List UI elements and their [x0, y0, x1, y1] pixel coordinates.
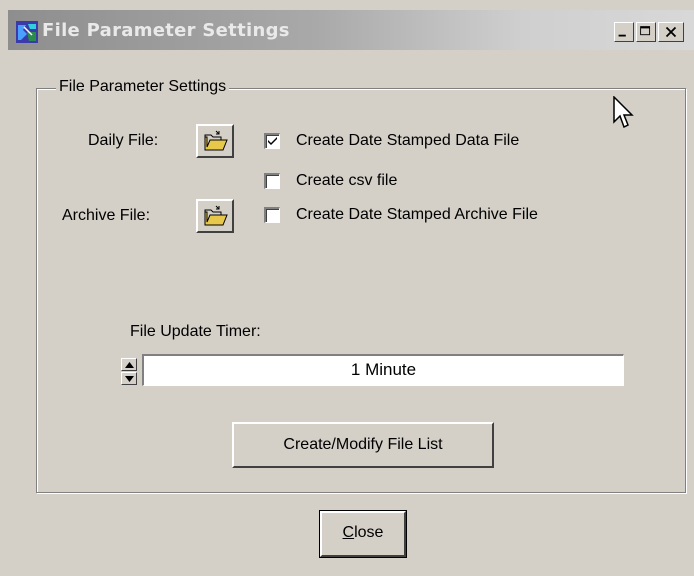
app-icon — [16, 21, 38, 43]
create-date-stamped-data-file-checkbox[interactable] — [264, 133, 280, 149]
checkmark-icon — [268, 137, 277, 145]
group-legend: File Parameter Settings — [56, 78, 230, 96]
close-icon — [665, 26, 677, 38]
title-bar[interactable]: File Parameter Settings — [8, 10, 694, 50]
open-folder-icon — [204, 205, 228, 226]
close-window-button[interactable] — [658, 22, 684, 42]
create-date-stamped-data-file-label[interactable]: Create Date Stamped Data File — [296, 132, 519, 150]
spin-down-button[interactable] — [121, 372, 137, 385]
maximize-icon — [640, 26, 651, 36]
arrow-up-icon — [125, 362, 134, 368]
mouse-cursor-icon — [613, 96, 634, 129]
archive-file-label: Archive File: — [62, 207, 151, 224]
file-update-timer-label: File Update Timer: — [130, 323, 261, 340]
create-date-stamped-archive-file-label[interactable]: Create Date Stamped Archive File — [296, 206, 538, 224]
file-parameter-settings-window: File Parameter Settings File Parameter S… — [0, 0, 694, 576]
arrow-down-icon — [125, 376, 134, 382]
close-label-rest: lose — [354, 524, 384, 541]
spin-up-button[interactable] — [121, 358, 137, 371]
daily-file-label: Daily File: — [88, 132, 159, 149]
close-mnemonic: C — [342, 524, 355, 541]
timer-spinner[interactable] — [121, 356, 143, 386]
minimize-icon — [618, 34, 626, 37]
file-update-timer-field[interactable]: 1 Minute — [142, 354, 624, 386]
create-modify-file-list-button[interactable]: Create/Modify File List — [232, 422, 494, 468]
open-folder-icon — [204, 130, 228, 151]
minimize-button[interactable] — [614, 22, 634, 42]
create-date-stamped-archive-file-checkbox[interactable] — [264, 207, 280, 223]
daily-file-browse-button[interactable] — [196, 124, 234, 158]
maximize-button[interactable] — [636, 22, 656, 42]
create-csv-file-label[interactable]: Create csv file — [296, 172, 397, 190]
close-button[interactable]: Close — [319, 510, 407, 558]
archive-file-browse-button[interactable] — [196, 199, 234, 233]
window-title: File Parameter Settings — [42, 20, 290, 41]
create-csv-file-checkbox[interactable] — [264, 173, 280, 189]
